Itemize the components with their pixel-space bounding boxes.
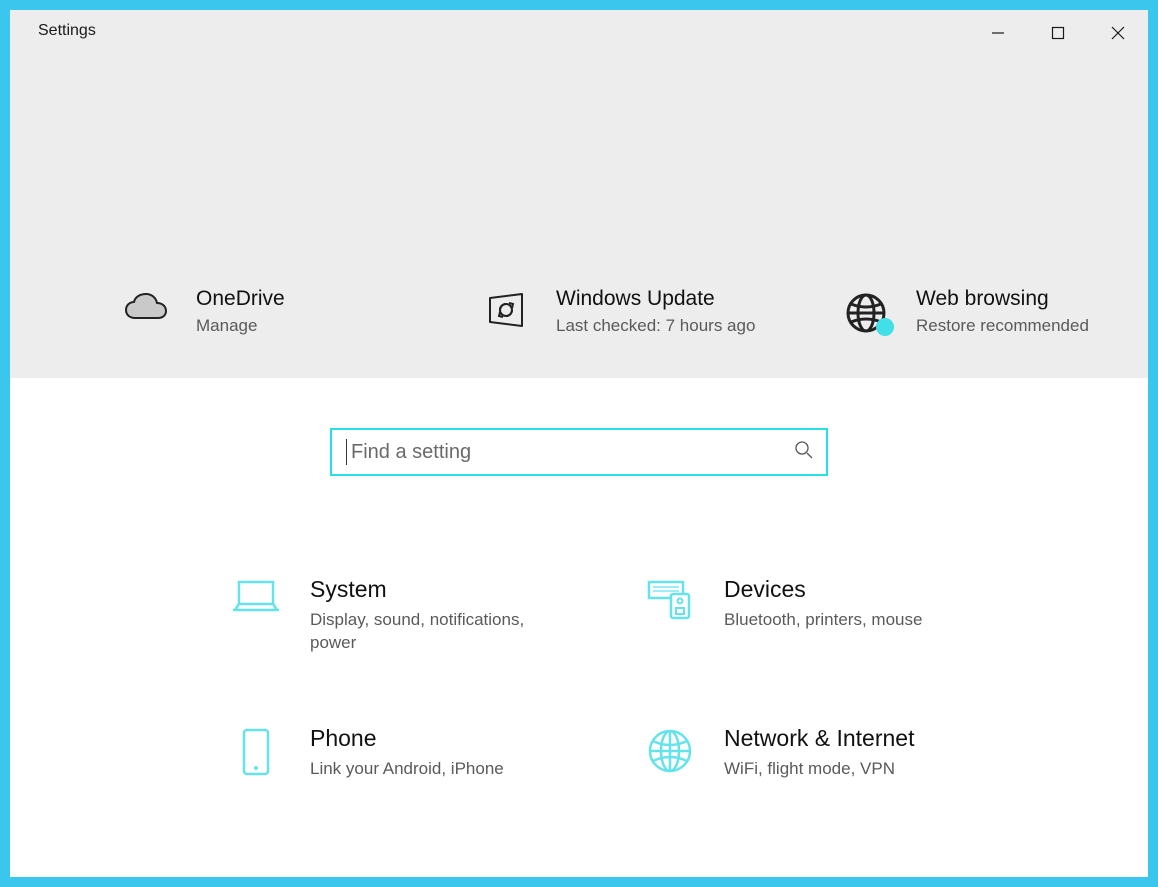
window-title: Settings: [38, 10, 96, 40]
category-title: Devices: [724, 576, 922, 604]
status-subtitle: Manage: [196, 314, 420, 338]
category-network[interactable]: Network & Internet WiFi, flight mode, VP…: [644, 725, 1018, 780]
phone-icon: [230, 725, 282, 777]
close-icon: [1111, 26, 1125, 40]
category-title: Phone: [310, 725, 504, 753]
status-title: Web browsing: [916, 286, 1140, 312]
status-tile-windows-update[interactable]: Windows Update Last checked: 7 hours ago: [480, 286, 780, 338]
update-icon: [480, 286, 532, 330]
search-icon: [794, 440, 814, 465]
header-area: OneDrive Manage: [10, 56, 1148, 378]
category-subtitle: Bluetooth, printers, mouse: [724, 608, 922, 632]
category-devices[interactable]: Devices Bluetooth, printers, mouse: [644, 576, 1018, 655]
category-title: Network & Internet: [724, 725, 914, 753]
minimize-icon: [991, 26, 1005, 40]
close-button[interactable]: [1088, 10, 1148, 56]
search-box[interactable]: [330, 428, 828, 476]
status-title: OneDrive: [196, 286, 420, 312]
status-tile-onedrive[interactable]: OneDrive Manage: [120, 286, 420, 338]
devices-icon: [644, 576, 696, 622]
category-subtitle: Display, sound, notifications, power: [310, 608, 570, 656]
titlebar: Settings: [10, 10, 1148, 56]
category-phone[interactable]: Phone Link your Android, iPhone: [230, 725, 604, 780]
categories-grid: System Display, sound, notifications, po…: [10, 516, 1148, 781]
status-subtitle: Restore recommended: [916, 314, 1140, 338]
maximize-icon: [1051, 26, 1065, 40]
status-row: OneDrive Manage: [10, 56, 1148, 338]
text-caret: [346, 439, 347, 465]
minimize-button[interactable]: [968, 10, 1028, 56]
cloud-icon: [120, 286, 172, 324]
status-tile-web-browsing[interactable]: Web browsing Restore recommended: [840, 286, 1140, 338]
status-subtitle: Last checked: 7 hours ago: [556, 314, 780, 338]
maximize-button[interactable]: [1028, 10, 1088, 56]
laptop-icon: [230, 576, 282, 616]
window-frame: Settings: [0, 0, 1158, 887]
status-title: Windows Update: [556, 286, 780, 312]
category-subtitle: WiFi, flight mode, VPN: [724, 757, 914, 781]
category-subtitle: Link your Android, iPhone: [310, 757, 504, 781]
settings-window: Settings: [10, 10, 1148, 877]
window-controls: [968, 10, 1148, 56]
search-input[interactable]: [349, 440, 794, 465]
attention-badge-icon: [876, 318, 894, 336]
globe-icon: [840, 286, 892, 336]
search-wrap: [10, 378, 1148, 516]
network-icon: [644, 725, 696, 775]
category-title: System: [310, 576, 570, 604]
category-system[interactable]: System Display, sound, notifications, po…: [230, 576, 604, 655]
